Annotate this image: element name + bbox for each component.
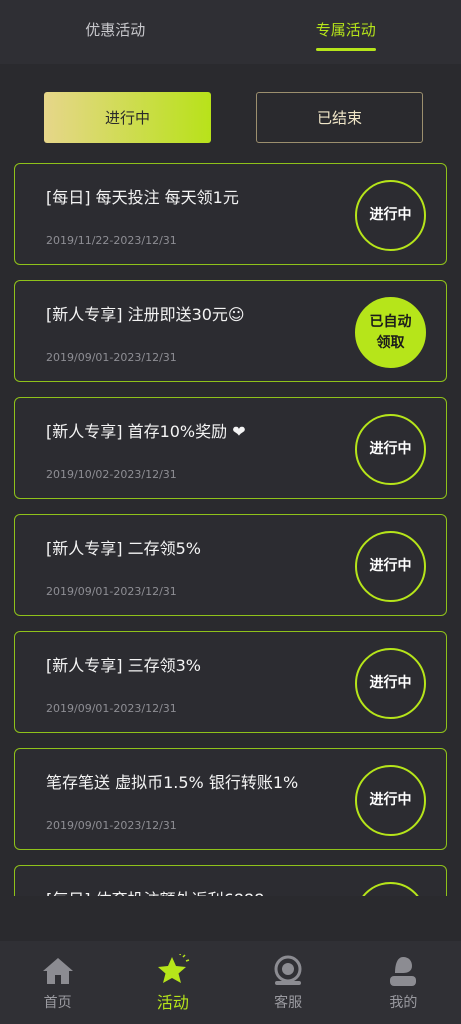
tab-promotions-label: 优惠活动 (85, 21, 146, 39)
user-icon (385, 953, 421, 989)
activity-list[interactable]: [每日] 每天投注 每天领1元 2019/11/22-2023/12/31 进行… (14, 163, 447, 896)
activity-title: [新人专享] 首存10%奖励 ❤ (46, 422, 246, 441)
status-badge[interactable]: 进行中 (355, 531, 426, 602)
ended-button-label: 已结束 (316, 109, 362, 127)
activity-title: [新人专享] 注册即送30元☺ (46, 305, 245, 324)
activity-card[interactable]: 笔存笔送 虚拟币1.5% 银行转账1% 2019/09/01-2023/12/3… (14, 748, 447, 850)
tab-exclusive[interactable]: 专属活动 (231, 0, 461, 64)
activity-card[interactable]: [新人专享] 三存领3% 2019/09/01-2023/12/31 进行中 (14, 631, 447, 733)
status-badge[interactable]: 进行中 (355, 648, 426, 719)
nav-activity-label: 活动 (156, 993, 189, 1012)
tab-promotions[interactable]: 优惠活动 (0, 0, 231, 64)
activity-title: [每日] 每天投注 每天领1元 (46, 188, 239, 207)
nav-support-label: 客服 (274, 995, 303, 1011)
activity-title: 笔存笔送 虚拟币1.5% 银行转账1% (46, 773, 299, 792)
ongoing-button-label: 进行中 (104, 109, 150, 127)
activity-title: [每日] 体育投注额外返利6888 (46, 886, 264, 896)
nav-profile[interactable]: 我的 (346, 941, 461, 1024)
nav-support[interactable]: 客服 (231, 941, 346, 1024)
activity-card[interactable]: [每日] 体育投注额外返利6888 (14, 865, 447, 896)
top-tab-bar: 优惠活动 专属活动 (0, 0, 461, 64)
ended-button[interactable]: 已结束 (256, 92, 423, 143)
status-badge[interactable]: 进行中 (355, 765, 426, 836)
nav-home[interactable]: 首页 (0, 941, 115, 1024)
nav-home-label: 首页 (43, 995, 72, 1011)
active-tab-indicator (315, 48, 376, 51)
activity-card[interactable]: [新人专享] 首存10%奖励 ❤ 2019/10/02-2023/12/31 进… (14, 397, 447, 499)
activity-date: 2019/09/01-2023/12/31 (46, 351, 177, 364)
home-icon (40, 953, 76, 989)
status-badge[interactable]: 已自动领取 (355, 297, 426, 368)
status-badge[interactable]: 进行中 (355, 414, 426, 485)
activity-title: [新人专享] 二存领5% (46, 539, 201, 558)
activity-date: 2019/09/01-2023/12/31 (46, 585, 177, 598)
activity-card[interactable]: [新人专享] 注册即送30元☺ 2019/09/01-2023/12/31 已自… (14, 280, 447, 382)
activity-card[interactable]: [每日] 每天投注 每天领1元 2019/11/22-2023/12/31 进行… (14, 163, 447, 265)
status-badge[interactable] (355, 882, 426, 896)
activity-date: 2019/10/02-2023/12/31 (46, 468, 177, 481)
nav-profile-label: 我的 (389, 995, 418, 1011)
headset-icon (270, 953, 306, 989)
activity-date: 2019/09/01-2023/12/31 (46, 819, 177, 832)
activity-title: [新人专享] 三存领3% (46, 656, 201, 675)
activity-date: 2019/09/01-2023/12/31 (46, 702, 177, 715)
activity-date: 2019/11/22-2023/12/31 (46, 234, 177, 247)
status-toggle: 进行中 已结束 (44, 92, 423, 143)
tab-exclusive-label: 专属活动 (315, 21, 376, 39)
activity-card[interactable]: [新人专享] 二存领5% 2019/09/01-2023/12/31 进行中 (14, 514, 447, 616)
status-badge[interactable]: 进行中 (355, 180, 426, 251)
star-icon (155, 953, 191, 989)
bottom-nav: 首页 活动 客服 我的 (0, 941, 461, 1024)
nav-activity[interactable]: 活动 (115, 941, 230, 1024)
ongoing-button[interactable]: 进行中 (44, 92, 211, 143)
